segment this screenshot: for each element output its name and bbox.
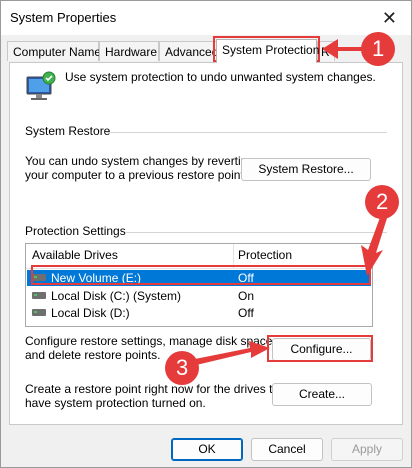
tab-system-protection[interactable]: System Protection: [216, 39, 319, 63]
annotation-layer: [165, 32, 399, 385]
step-2-label: 2: [376, 189, 389, 214]
arrow-3-icon: [190, 341, 270, 366]
step-1-label: 1: [372, 36, 385, 61]
arrow-2-icon: [361, 212, 388, 276]
step-3-label: 3: [176, 355, 189, 380]
arrow-1-icon: [322, 39, 365, 59]
